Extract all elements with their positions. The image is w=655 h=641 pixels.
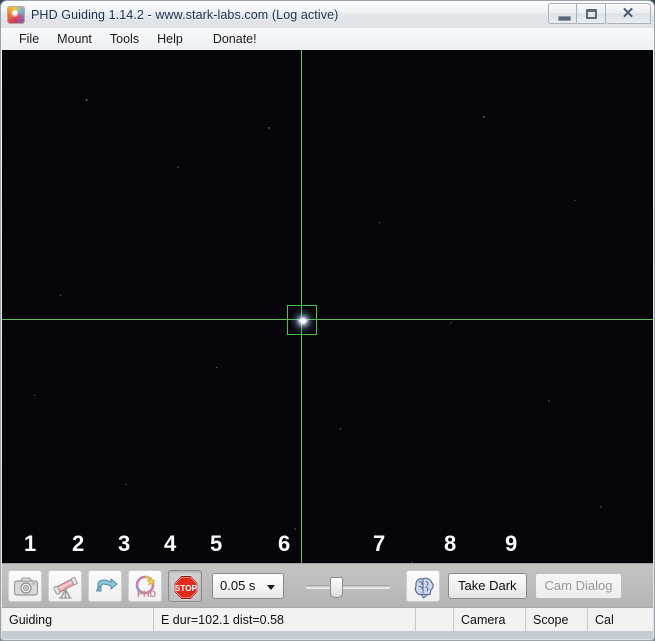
status-blank — [416, 608, 454, 631]
title-bar[interactable]: PHD Guiding 1.14.2 - www.stark-labs.com … — [1, 1, 654, 28]
guide-image-canvas[interactable]: 1 2 3 4 5 6 7 8 9 — [2, 50, 653, 607]
callout-number-6: 6 — [278, 533, 290, 555]
menu-item-file[interactable]: File — [10, 30, 48, 49]
maximize-icon — [586, 9, 597, 19]
camera-icon — [12, 573, 40, 601]
status-cal: Cal — [588, 608, 653, 631]
gamma-slider-thumb[interactable] — [330, 577, 343, 598]
callout-number-8: 8 — [444, 533, 456, 555]
menu-item-tools[interactable]: Tools — [101, 30, 148, 49]
status-info: E dur=102.1 dist=0.58 — [154, 608, 416, 631]
gamma-slider-track — [306, 585, 390, 588]
connect-scope-button[interactable] — [48, 570, 82, 602]
status-bar: Guiding E dur=102.1 dist=0.58 Camera Sco… — [2, 607, 653, 631]
telescope-icon — [52, 573, 80, 601]
menu-bar: File Mount Tools Help Donate! — [2, 28, 653, 50]
callout-number-5: 5 — [210, 533, 222, 555]
phd-logo-icon: PHD — [132, 573, 160, 601]
callout-number-2: 2 — [72, 533, 84, 555]
status-camera: Camera — [454, 608, 526, 631]
chevron-down-icon — [267, 585, 275, 590]
main-toolbar: PHD STOP 0.05 s Take Dark C — [2, 563, 653, 607]
close-button[interactable]: ✕ — [606, 3, 651, 24]
advanced-settings-button[interactable] — [406, 570, 440, 602]
phd-guiding-window: PHD Guiding 1.14.2 - www.stark-labs.com … — [0, 0, 655, 641]
cam-dialog-button: Cam Dialog — [535, 573, 623, 599]
callout-number-3: 3 — [118, 533, 130, 555]
brain-icon — [410, 573, 438, 601]
window-title: PHD Guiding 1.14.2 - www.stark-labs.com … — [31, 8, 338, 22]
svg-text:STOP: STOP — [175, 583, 198, 592]
maximize-button[interactable] — [577, 3, 606, 24]
starfield — [2, 50, 653, 607]
loop-exposure-button[interactable] — [88, 570, 122, 602]
phd-guide-button[interactable]: PHD — [128, 570, 162, 602]
exposure-duration-value: 0.05 s — [220, 578, 255, 593]
minimize-button[interactable] — [548, 3, 577, 24]
guide-star — [290, 308, 316, 334]
window-controls: ✕ — [548, 3, 651, 24]
status-scope: Scope — [526, 608, 588, 631]
phd-logo-icon — [8, 7, 24, 23]
callout-number-1: 1 — [24, 533, 36, 555]
take-dark-button[interactable]: Take Dark — [448, 573, 527, 599]
close-icon: ✕ — [606, 4, 650, 23]
callout-number-9: 9 — [505, 533, 517, 555]
callout-number-4: 4 — [164, 533, 176, 555]
menu-item-mount[interactable]: Mount — [48, 30, 101, 49]
crosshair-horizontal — [2, 319, 653, 320]
svg-text:PHD: PHD — [137, 589, 157, 599]
gamma-slider[interactable] — [306, 573, 390, 599]
loop-arrow-icon — [92, 573, 120, 601]
status-state: Guiding — [2, 608, 154, 631]
menu-item-donate[interactable]: Donate! — [204, 30, 266, 49]
stop-button[interactable]: STOP — [168, 570, 202, 602]
callout-number-7: 7 — [373, 533, 385, 555]
connect-camera-button[interactable] — [8, 570, 42, 602]
minimize-icon — [558, 16, 571, 21]
menu-item-help[interactable]: Help — [148, 30, 192, 49]
star-selection-box[interactable] — [287, 305, 317, 335]
stop-sign-icon: STOP — [172, 573, 200, 601]
exposure-duration-select[interactable]: 0.05 s — [212, 573, 284, 599]
